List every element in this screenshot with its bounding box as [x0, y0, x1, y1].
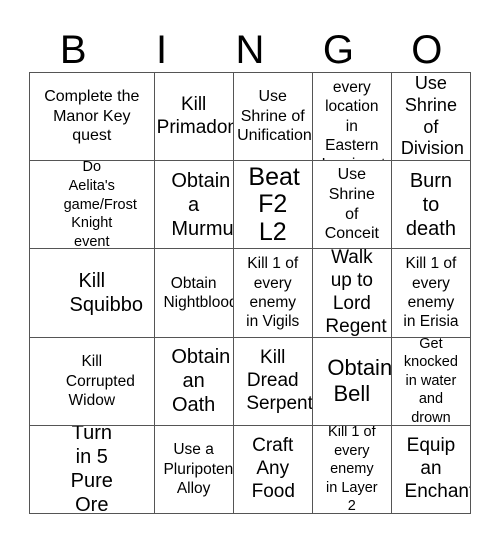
- bingo-cell[interactable]: Obtain an Oath: [154, 337, 234, 426]
- cell-text: Equip an Enchant: [404, 435, 471, 502]
- bingo-cell[interactable]: Kill Dread Serpent: [233, 337, 313, 426]
- cell-text: Kill Dread Serpent: [246, 347, 313, 414]
- cell-text: Burn to death: [405, 169, 456, 240]
- bingo-cell[interactable]: Equip an Enchant: [391, 425, 471, 514]
- header-letter-n: N: [235, 28, 265, 72]
- bingo-cell[interactable]: Use a Pluripotent Alloy: [154, 425, 234, 514]
- bingo-cell[interactable]: Obtain a Murmur: [154, 161, 234, 250]
- cell-text: Kill Squibbo: [69, 269, 143, 316]
- cell-text: Kill 1 of every enemy in Layer 2: [326, 425, 378, 514]
- bingo-cell[interactable]: Obtain Bell: [312, 337, 392, 426]
- cell-text: Obtain Nightblood: [163, 274, 234, 311]
- bingo-cell[interactable]: Complete the Manor Key quest: [30, 73, 155, 162]
- cell-text: Kill 1 of every enemy in Erisia: [403, 255, 459, 331]
- cell-text: Get knocked in water and drown: [403, 337, 458, 426]
- header-letter-o: O: [411, 28, 443, 72]
- header-letter-g: G: [322, 28, 354, 72]
- cell-text: Complete the Manor Key quest: [44, 88, 140, 145]
- cell-text: Visit every location in Eastern Luminant: [322, 73, 386, 160]
- cell-text: Walk up to Lord Regent: [325, 249, 387, 337]
- bingo-cell[interactable]: Turn in 5 Pure Ore: [30, 425, 155, 514]
- bingo-board: Complete the Manor Key quest Kill Primad…: [29, 72, 471, 514]
- cell-text: Use Shrine of Conceit: [324, 166, 379, 243]
- cell-text: Kill Primadon: [156, 93, 234, 138]
- bingo-cell[interactable]: Kill 1 of every enemy in Erisia: [391, 249, 471, 338]
- bingo-header: B I N G O: [29, 28, 471, 72]
- cell-text: Beat F2 L2: [248, 162, 300, 246]
- cell-text: Use a Pluripotent Alloy: [163, 441, 234, 498]
- cell-text: Obtain an Oath: [171, 346, 231, 417]
- bingo-cell[interactable]: Kill Primadon: [154, 73, 234, 162]
- cell-text: Use Shrine of Division: [400, 73, 464, 159]
- bingo-cell[interactable]: Beat F2 L2: [233, 161, 313, 250]
- header-letter-b: B: [59, 28, 87, 72]
- cell-text: Kill Corrupted Widow: [65, 353, 135, 409]
- bingo-cell[interactable]: Use Shrine of Conceit: [312, 161, 392, 250]
- bingo-cell[interactable]: Kill 1 of every enemy in Layer 2: [312, 425, 392, 514]
- cell-text: Obtain a Murmur: [171, 169, 234, 240]
- cell-text: Do Aelita's game/Frost Knight event: [63, 161, 137, 250]
- bingo-cell[interactable]: Craft Any Food: [233, 425, 313, 514]
- bingo-cell[interactable]: Obtain Nightblood: [154, 249, 234, 338]
- bingo-cell[interactable]: Do Aelita's game/Frost Knight event: [30, 161, 155, 250]
- cell-text: Use Shrine of Unification: [237, 88, 312, 145]
- bingo-cell[interactable]: Kill Squibbo: [30, 249, 155, 338]
- bingo-cell[interactable]: Kill 1 of every enemy in Vigils: [233, 249, 313, 338]
- cell-text: Turn in 5 Pure Ore: [70, 425, 113, 514]
- cell-text: Obtain Bell: [327, 355, 392, 407]
- cell-text: Kill 1 of every enemy in Vigils: [246, 255, 300, 331]
- bingo-cell[interactable]: Burn to death: [391, 161, 471, 250]
- bingo-cell[interactable]: Get knocked in water and drown: [391, 337, 471, 426]
- bingo-cell[interactable]: Visit every location in Eastern Luminant: [312, 73, 392, 162]
- bingo-cell[interactable]: Use Shrine of Unification: [233, 73, 313, 162]
- bingo-cell[interactable]: Kill Corrupted Widow: [30, 337, 155, 426]
- header-letter-i: I: [156, 28, 168, 72]
- bingo-cell[interactable]: Walk up to Lord Regent: [312, 249, 392, 338]
- cell-text: Craft Any Food: [251, 435, 295, 502]
- bingo-cell[interactable]: Use Shrine of Division: [391, 73, 471, 162]
